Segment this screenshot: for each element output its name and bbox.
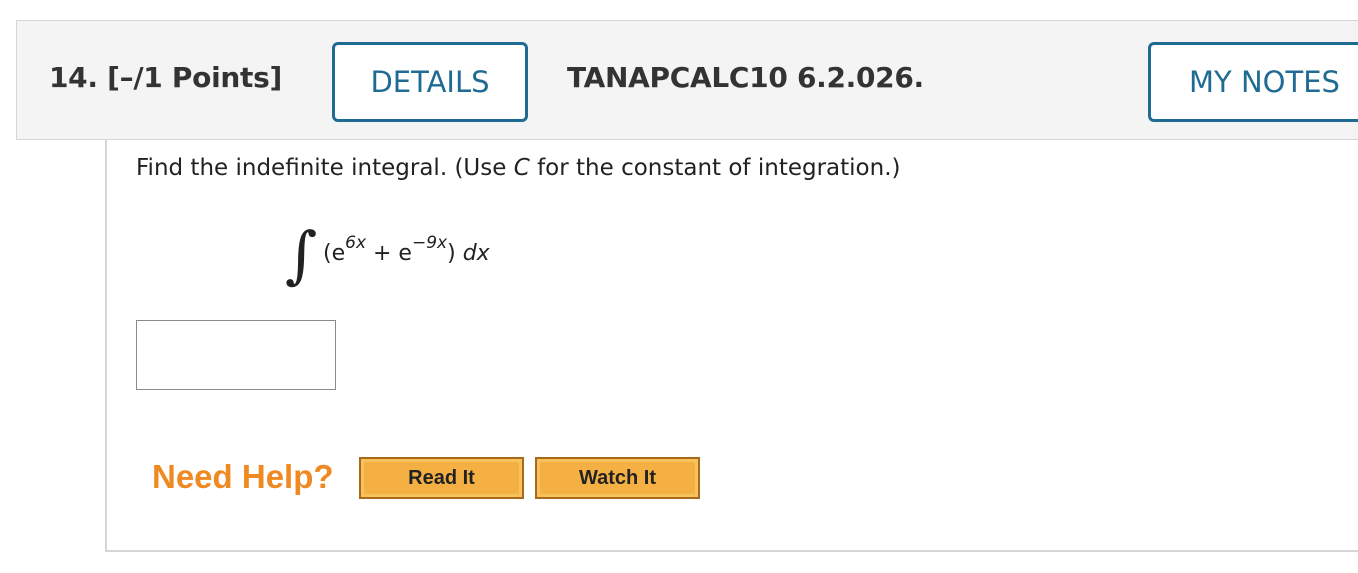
question-prompt: Find the indefinite integral. (Use C for…: [136, 155, 900, 181]
question-header: 14. [–/1 Points] DETAILS TANAPCALC10 6.2…: [16, 20, 1358, 140]
exponent-1: 6x: [345, 232, 367, 253]
prompt-text-before: Find the indefinite integral. (Use: [136, 155, 514, 181]
question-number-points: 14. [–/1 Points]: [49, 61, 282, 94]
question-code: TANAPCALC10 6.2.026.: [567, 61, 924, 94]
my-notes-button[interactable]: MY NOTES: [1148, 42, 1358, 122]
integrand-plus: + e: [366, 241, 412, 266]
question-page: 14. [–/1 Points] DETAILS TANAPCALC10 6.2…: [0, 0, 1358, 573]
watch-it-button[interactable]: Watch It: [535, 457, 700, 499]
question-number: 14.: [49, 61, 98, 94]
prompt-text-after: for the constant of integration.): [529, 155, 901, 181]
exponent-2: −9x: [411, 232, 448, 253]
integral-sign: ∫: [285, 218, 318, 291]
integrand-close: ): [447, 241, 463, 266]
integrand-open: (e: [323, 241, 346, 266]
need-help-label: Need Help?: [152, 458, 334, 495]
question-points: [–/1 Points]: [107, 61, 282, 94]
integrand: (e6x + e−9x) dx: [323, 234, 490, 269]
answer-input[interactable]: [136, 320, 336, 390]
details-button[interactable]: DETAILS: [332, 42, 528, 122]
prompt-constant: C: [513, 155, 530, 181]
differential: dx: [462, 241, 490, 266]
read-it-button[interactable]: Read It: [359, 457, 524, 499]
